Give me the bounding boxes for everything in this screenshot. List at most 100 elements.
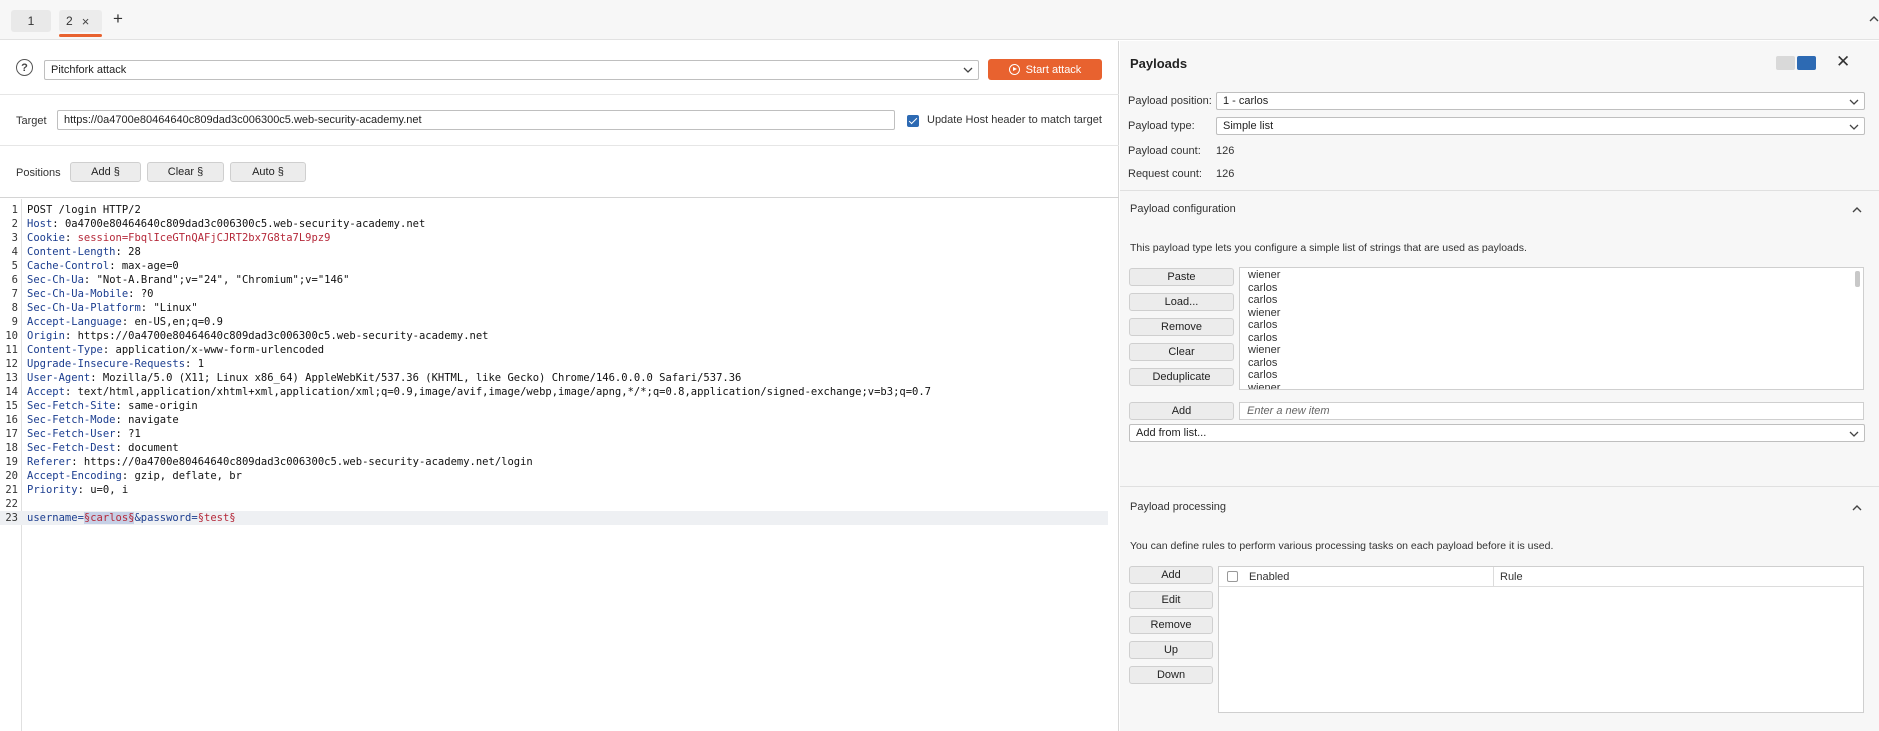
payload-position-marker[interactable]: §carlos§ — [83, 512, 135, 524]
layout-split-icon[interactable] — [1797, 56, 1816, 70]
payload-type-select[interactable]: Simple list — [1216, 117, 1865, 135]
header-name: Upgrade-Insecure-Requests — [27, 358, 186, 370]
header-value: "Linux" — [153, 302, 198, 314]
list-item[interactable]: carlos — [1248, 282, 1277, 294]
line-number: 10 — [5, 330, 18, 342]
remove-rule-button[interactable]: Remove — [1129, 616, 1213, 634]
payload-type-value: Simple list — [1223, 120, 1274, 132]
select-all-checkbox[interactable] — [1227, 571, 1238, 582]
add-rule-button[interactable]: Add — [1129, 566, 1213, 584]
editor-line: 19 Referer: https://0a4700e80464640c809da… — [0, 455, 1108, 469]
header-value: session=FbqlIceGTnQAFjCJRT2bx7G8ta7L9pz9 — [77, 232, 331, 244]
line-code: Accept: text/html,application/xhtml+xml,… — [27, 386, 932, 398]
header-name: Sec-Fetch-User — [27, 428, 116, 440]
list-item[interactable]: carlos — [1248, 332, 1277, 344]
line-number: 5 — [11, 260, 18, 272]
body-param: username= — [27, 512, 84, 524]
list-item[interactable]: wiener — [1248, 269, 1280, 281]
list-item[interactable]: wiener — [1248, 382, 1280, 390]
payloads-pane: Payloads ✕ Payload position: 1 - carlos … — [1120, 41, 1879, 731]
list-item[interactable]: carlos — [1248, 369, 1277, 381]
attack-type-value: Pitchfork attack — [51, 64, 127, 76]
clear-positions-button[interactable]: Clear § — [147, 162, 224, 182]
paste-button[interactable]: Paste — [1129, 268, 1234, 286]
view-toggle[interactable] — [1776, 56, 1816, 70]
request-editor[interactable]: 1 POST /login HTTP/2 2 Host: 0a4700e8046464… — [0, 199, 1119, 731]
chevron-down-icon — [1849, 124, 1859, 130]
editor-line: 18 Sec-Fetch-Dest: document — [0, 441, 1108, 455]
edit-rule-button[interactable]: Edit — [1129, 591, 1213, 609]
header-value: 28 — [128, 246, 141, 258]
add-from-list-select[interactable]: Add from list... — [1129, 424, 1865, 442]
deduplicate-button[interactable]: Deduplicate — [1129, 368, 1234, 386]
header-name: Sec-Ch-Ua-Platform — [27, 302, 141, 314]
header-value: text/html,application/xhtml+xml,applicat… — [77, 386, 932, 398]
add-tab-icon[interactable]: + — [110, 9, 126, 29]
header-name: Cookie — [27, 232, 65, 244]
move-up-button[interactable]: Up — [1129, 641, 1213, 659]
target-url-input[interactable]: https://0a4700e80464640c809dad3c006300c5… — [57, 110, 895, 130]
chevron-up-icon[interactable] — [1869, 14, 1879, 24]
payload-position-value: 1 - carlos — [1223, 95, 1269, 107]
tab-2[interactable]: 2 × — [59, 10, 102, 37]
layout-list-icon[interactable] — [1776, 56, 1795, 70]
editor-line: 1 POST /login HTTP/2 — [0, 203, 1108, 217]
chevron-up-icon[interactable] — [1852, 205, 1862, 215]
start-attack-label: Start attack — [1025, 63, 1082, 76]
editor-line: 15 Sec-Fetch-Site: same-origin — [0, 399, 1108, 413]
editor-line: 16 Sec-Fetch-Mode: navigate — [0, 413, 1108, 427]
list-item[interactable]: wiener — [1248, 307, 1280, 319]
scrollbar[interactable] — [1855, 271, 1860, 287]
line-code: username=§carlos§&password=§test§ — [27, 511, 236, 525]
header-name: Origin — [27, 330, 65, 342]
processing-rules-table[interactable]: Enabled Rule — [1218, 566, 1864, 713]
list-item[interactable]: carlos — [1248, 294, 1277, 306]
list-item[interactable]: wiener — [1248, 344, 1280, 356]
line-number: 12 — [5, 358, 18, 370]
table-header: Enabled Rule — [1219, 567, 1863, 587]
close-icon[interactable]: ✕ — [1836, 52, 1850, 72]
enabled-column-header[interactable]: Enabled — [1249, 571, 1289, 583]
close-icon[interactable]: × — [82, 14, 90, 29]
new-item-input[interactable]: Enter a new item — [1239, 402, 1864, 420]
body-param: &password= — [134, 512, 198, 524]
payload-processing-section: Payload processing You can define rules … — [1120, 488, 1879, 731]
payload-position-marker[interactable]: §test§ — [198, 512, 236, 524]
line-code: Sec-Fetch-Mode: navigate — [27, 414, 179, 426]
editor-line: 10 Origin: https://0a4700e80464640c809dad… — [0, 329, 1108, 343]
help-icon[interactable]: ? — [16, 59, 33, 76]
header-name: Sec-Fetch-Mode — [27, 414, 116, 426]
tab-1[interactable]: 1 — [11, 10, 51, 32]
line-number: 18 — [5, 442, 18, 454]
rule-column-header[interactable]: Rule — [1500, 571, 1523, 583]
clear-button[interactable]: Clear — [1129, 343, 1234, 361]
column-divider[interactable] — [1493, 567, 1494, 587]
auto-positions-button[interactable]: Auto § — [230, 162, 306, 182]
list-item[interactable]: carlos — [1248, 357, 1277, 369]
move-down-button[interactable]: Down — [1129, 666, 1213, 684]
payload-list[interactable]: wiener carlos carlos wiener carlos carlos wien… — [1239, 267, 1864, 390]
header-value: same-origin — [128, 400, 198, 412]
load-button[interactable]: Load... — [1129, 293, 1234, 311]
payload-count-label: Payload count: — [1128, 145, 1201, 157]
start-attack-button[interactable]: Start attack — [988, 59, 1102, 80]
header-value: 0a4700e80464640c809dad3c006300c5.web-sec… — [64, 218, 426, 230]
header-name: Sec-Ch-Ua-Mobile — [27, 288, 129, 300]
header-value: 1 — [197, 358, 205, 370]
attack-type-select[interactable]: Pitchfork attack — [44, 60, 979, 80]
editor-line: 8 Sec-Ch-Ua-Platform: "Linux" — [0, 301, 1108, 315]
list-item[interactable]: carlos — [1248, 319, 1277, 331]
editor-line: 3 Cookie: session=FbqlIceGTnQAFjCJRT2bx7G… — [0, 231, 1108, 245]
remove-button[interactable]: Remove — [1129, 318, 1234, 336]
update-host-checkbox[interactable] — [907, 115, 919, 127]
add-item-button[interactable]: Add — [1129, 402, 1234, 420]
line-code: Content-Type: application/x-www-form-url… — [27, 344, 325, 356]
line-number: 6 — [11, 274, 18, 286]
add-position-button[interactable]: Add § — [70, 162, 141, 182]
header-name: Sec-Ch-Ua — [27, 274, 84, 286]
editor-line: 14 Accept: text/html,application/xhtml+xm… — [0, 385, 1108, 399]
payload-position-select[interactable]: 1 - carlos — [1216, 92, 1865, 110]
chevron-up-icon[interactable] — [1852, 503, 1862, 513]
payload-configuration-description: This payload type lets you configure a s… — [1130, 242, 1527, 254]
request-line: POST /login HTTP/2 — [27, 204, 141, 216]
